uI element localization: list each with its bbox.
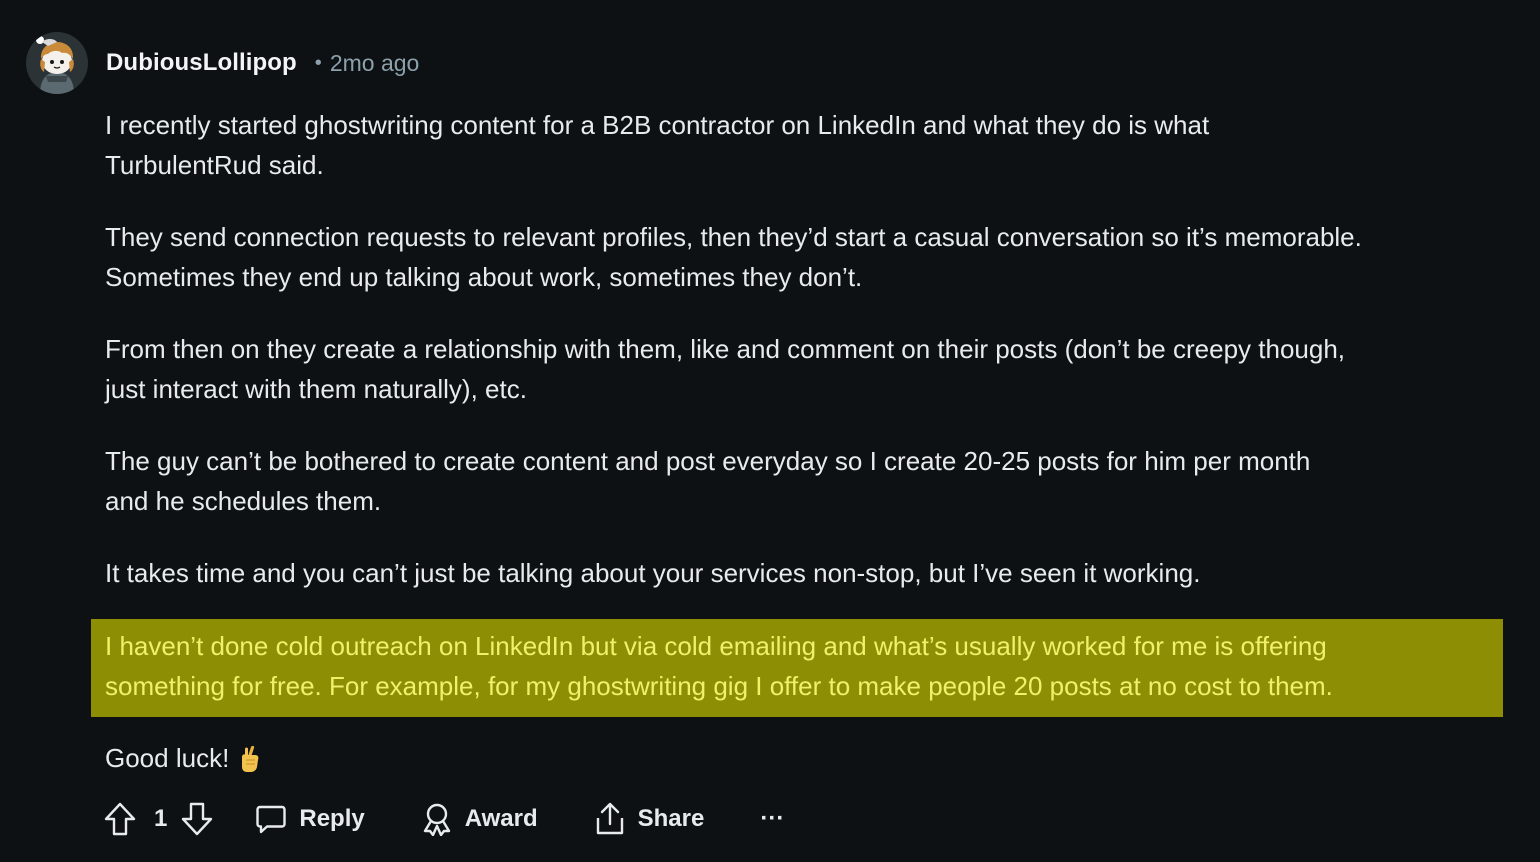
comment-actions: 1 Reply Award Share ··· <box>104 798 784 840</box>
share-icon <box>596 802 623 835</box>
closing-line: Good luck! <box>105 738 261 778</box>
highlighted-paragraph: I haven’t done cold outreach on LinkedIn… <box>105 631 1333 701</box>
comment-paragraph: The guy can’t be bothered to create cont… <box>105 446 1311 516</box>
comment-paragraph: It takes time and you can’t just be talk… <box>105 558 1201 588</box>
reply-label: Reply <box>299 805 365 832</box>
more-options-icon: ··· <box>760 805 785 832</box>
reply-button[interactable]: Reply <box>255 803 365 835</box>
downvote-button[interactable] <box>181 802 213 836</box>
comment-paragraph: I recently started ghostwriting content … <box>105 110 1210 180</box>
closing-text: Good luck! <box>105 743 230 773</box>
comment-paragraph: They send connection requests to relevan… <box>105 222 1362 292</box>
downvote-icon <box>182 802 213 836</box>
more-options-button[interactable]: ··· <box>760 805 784 833</box>
comment-paragraph: From then on they create a relationship … <box>105 334 1346 404</box>
upvote-icon <box>104 802 136 836</box>
vote-count: 1 <box>154 805 168 832</box>
text-highlight: I haven’t done cold outreach on LinkedIn… <box>91 619 1503 717</box>
award-button[interactable]: Award <box>421 802 538 836</box>
award-label: Award <box>464 805 538 832</box>
user-avatar[interactable] <box>26 32 88 94</box>
meta-separator: • <box>314 51 322 74</box>
award-icon <box>423 803 450 836</box>
snoo-avatar-icon <box>26 32 88 94</box>
username-link[interactable]: DubiousLollipop <box>106 49 297 77</box>
share-label: Share <box>637 805 705 832</box>
comment: DubiousLollipop • 2mo ago I recently sta… <box>0 0 1540 862</box>
comment-body: I recently started ghostwriting content … <box>105 105 1525 625</box>
comment-bubble-icon <box>256 805 287 834</box>
upvote-button[interactable] <box>104 802 136 836</box>
share-button[interactable]: Share <box>594 802 705 836</box>
timestamp[interactable]: 2mo ago <box>330 50 420 77</box>
comment-meta: DubiousLollipop • 2mo ago <box>106 46 419 80</box>
crossed-fingers-emoji-icon <box>239 744 261 772</box>
